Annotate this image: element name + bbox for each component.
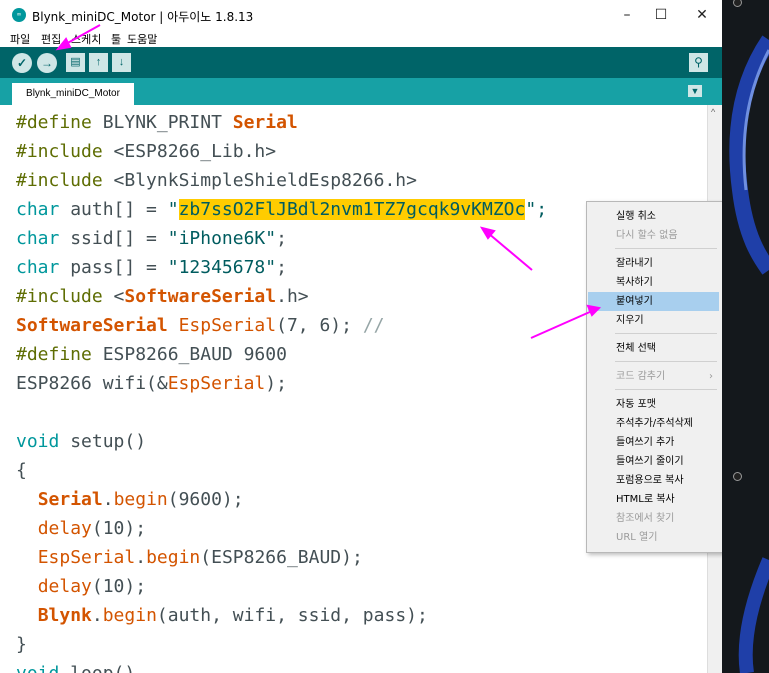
menu-item-copy-for-forum[interactable]: 포럼용으로 복사 (588, 471, 719, 490)
scroll-up-icon[interactable]: ^ (711, 107, 715, 117)
upload-button[interactable]: → (37, 53, 57, 73)
close-button[interactable]: ✕ (691, 4, 713, 26)
menu-tools[interactable]: 툴 (111, 31, 121, 47)
code-line: #define BLYNK_PRINT Serial (16, 112, 298, 133)
code-line: Serial.begin(9600); (37, 489, 244, 510)
code-line: { (16, 460, 27, 481)
menu-item-undo[interactable]: 실행 취소 (588, 207, 719, 226)
menu-item-cut[interactable]: 잘라내기 (588, 254, 719, 273)
menu-item-paste[interactable]: 붙여넣기 (588, 292, 719, 311)
code-line: char pass[] = "12345678"; (16, 257, 287, 278)
arduino-icon: ∞ (12, 8, 26, 22)
background-desktop (722, 0, 769, 673)
menu-edit[interactable]: 편집 (41, 31, 61, 47)
menu-bar: 파일 편집 스케치 툴 도움말 (0, 30, 722, 46)
open-sketch-button[interactable]: ↑ (89, 53, 108, 72)
code-line: void setup() (16, 431, 147, 452)
toolbar: ✓ → ▤ ↑ ↓ ⚲ (0, 47, 722, 78)
menu-item-auto-format[interactable]: 자동 포맷 (588, 395, 719, 414)
code-line: SoftwareSerial EspSerial(7, 6); // (16, 315, 385, 336)
code-line: char auth[] = "zb7ssO2FlJBdl2nvm1TZ7gcqk… (16, 199, 548, 220)
menu-separator (615, 389, 717, 390)
menu-item-find-in-reference[interactable]: 참조에서 찾기 (588, 509, 719, 528)
menu-item-select-all[interactable]: 전체 선택 (588, 339, 719, 358)
code-line: void loop() (16, 659, 135, 673)
menu-separator (615, 361, 717, 362)
window-title: Blynk_miniDC_Motor | 아두이노 1.8.13 (32, 10, 254, 24)
menu-sketch[interactable]: 스케치 (71, 31, 101, 47)
tab-menu-icon[interactable]: ▼ (688, 85, 702, 97)
code-line: char ssid[] = "iPhone6K"; (16, 228, 287, 249)
resize-handle[interactable] (733, 472, 742, 481)
code-line: delay(10); (37, 518, 147, 539)
menu-item-toggle-comment[interactable]: 주석추가/주석삭제 (588, 414, 719, 433)
menu-item-open-url[interactable]: URL 열기 (588, 528, 719, 547)
context-menu: 실행 취소 다시 할수 없음 잘라내기 복사하기 붙여넣기 지우기 전체 선택 … (586, 201, 722, 553)
code-line: #define ESP8266_BAUD 9600 (16, 344, 287, 365)
submenu-arrow-icon: › (709, 371, 713, 382)
menu-item-copy[interactable]: 복사하기 (588, 273, 719, 292)
menu-item-code-folding[interactable]: 코드 감추기 › (588, 367, 719, 386)
maximize-button[interactable]: ☐ (650, 4, 672, 26)
code-line: } (16, 634, 27, 655)
background-cable-image (729, 35, 769, 673)
menu-help[interactable]: 도움말 (127, 31, 157, 47)
code-line: ESP8266 wifi(&EspSerial); (16, 373, 287, 394)
menu-separator (615, 333, 717, 334)
code-line: #include <SoftwareSerial.h> (16, 286, 309, 307)
code-line: #include <BlynkSimpleShieldEsp8266.h> (16, 170, 417, 191)
serial-monitor-icon[interactable]: ⚲ (689, 53, 708, 72)
menu-separator (615, 248, 717, 249)
menu-item-increase-indent[interactable]: 들여쓰기 추가 (588, 433, 719, 452)
code-line: #include <ESP8266_Lib.h> (16, 141, 277, 162)
code-line: Blynk.begin(auth, wifi, ssid, pass); (37, 605, 428, 626)
code-line: delay(10); (37, 576, 147, 597)
menu-file[interactable]: 파일 (10, 31, 30, 47)
code-line: EspSerial.begin(ESP8266_BAUD); (37, 547, 363, 568)
minimize-button[interactable]: – (616, 4, 638, 26)
save-sketch-button[interactable]: ↓ (112, 53, 131, 72)
title-bar: ∞ Blynk_miniDC_Motor | 아두이노 1.8.13 – ☐ ✕ (0, 0, 722, 30)
arduino-ide-window: ∞ Blynk_miniDC_Motor | 아두이노 1.8.13 – ☐ ✕… (0, 0, 722, 673)
new-sketch-button[interactable]: ▤ (66, 53, 85, 72)
verify-button[interactable]: ✓ (12, 53, 32, 73)
menu-item-redo[interactable]: 다시 할수 없음 (588, 226, 719, 245)
menu-item-copy-as-html[interactable]: HTML로 복사 (588, 490, 719, 509)
menu-item-delete[interactable]: 지우기 (588, 311, 719, 330)
tab-bar: Blynk_miniDC_Motor ▼ (0, 78, 722, 105)
tab-blynk-minidc-motor[interactable]: Blynk_miniDC_Motor (12, 83, 134, 105)
menu-item-decrease-indent[interactable]: 들여쓰기 줄이기 (588, 452, 719, 471)
selected-auth-token: zb7ssO2FlJBdl2nvm1TZ7gcqk9vKMZOc (178, 199, 526, 220)
